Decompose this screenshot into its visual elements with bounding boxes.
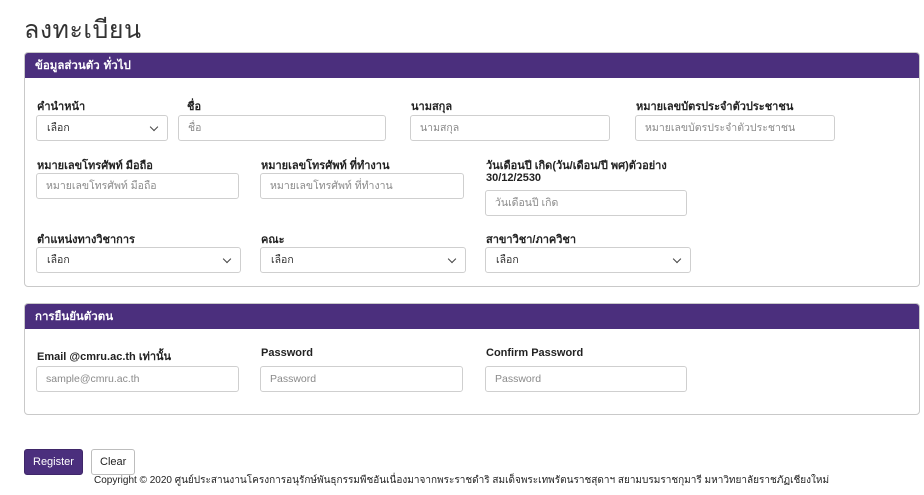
idcard-label: หมายเลขบัตรประจำตัวประชาชน <box>636 101 794 113</box>
confirm-password-input[interactable]: Password <box>485 366 687 392</box>
prefix-select[interactable]: เลือก <box>36 115 168 141</box>
firstname-label: ชื่อ <box>187 101 202 113</box>
password-input[interactable]: Password <box>260 366 463 392</box>
department-select[interactable]: เลือก <box>485 247 691 273</box>
position-label: ตำแหน่งทางวิชาการ <box>37 234 135 246</box>
lastname-label: นามสกุล <box>411 101 453 113</box>
register-button[interactable]: Register <box>24 449 83 475</box>
prefix-select-value: เลือก <box>47 122 70 134</box>
email-label: Email @cmru.ac.th เท่านั้น <box>37 351 172 363</box>
auth-card: การยืนยันตัวตน Email @cmru.ac.th เท่านั้… <box>24 303 920 415</box>
personal-info-header: ข้อมูลส่วนตัว ทั่วไป <box>25 53 919 78</box>
chevron-down-icon <box>222 254 232 264</box>
chevron-down-icon <box>447 254 457 264</box>
position-select-value: เลือก <box>47 254 70 266</box>
chevron-down-icon <box>149 122 159 132</box>
position-select[interactable]: เลือก <box>36 247 241 273</box>
faculty-select-value: เลือก <box>271 254 294 266</box>
clear-button[interactable]: Clear <box>91 449 136 475</box>
password-label: Password <box>261 347 313 359</box>
birthdate-input[interactable]: วันเดือนปี เกิด <box>485 190 687 216</box>
workphone-input[interactable]: หมายเลขโทรศัพท์ ที่ทำงาน <box>260 173 464 199</box>
mobile-input[interactable]: หมายเลขโทรศัพท์ มือถือ <box>36 173 239 199</box>
idcard-input[interactable]: หมายเลขบัตรประจำตัวประชาชน <box>635 115 835 141</box>
chevron-down-icon <box>672 254 682 264</box>
mobile-label: หมายเลขโทรศัพท์ มือถือ <box>37 160 153 172</box>
birthdate-example: 30/12/2530 <box>486 172 542 184</box>
prefix-label: คำนำหน้า <box>37 101 86 113</box>
department-label: สาขาวิชา/ภาควิชา <box>486 234 577 246</box>
page-title: ลงทะเบียน <box>24 15 142 44</box>
confirm-password-label: Confirm Password <box>486 347 584 359</box>
faculty-label: คณะ <box>261 234 285 246</box>
workphone-label: หมายเลขโทรศัพท์ ที่ทำงาน <box>261 160 390 172</box>
auth-header: การยืนยันตัวตน <box>25 304 919 329</box>
firstname-input[interactable]: ชื่อ <box>178 115 386 141</box>
email-input[interactable]: sample@cmru.ac.th <box>36 366 239 392</box>
faculty-select[interactable]: เลือก <box>260 247 466 273</box>
copyright-text: Copyright © 2020 ศูนย์ประสานงานโครงการอน… <box>94 475 830 486</box>
personal-info-card: ข้อมูลส่วนตัว ทั่วไป คำนำหน้า เลือก ชื่อ… <box>24 52 920 287</box>
lastname-input[interactable]: นามสกุล <box>410 115 610 141</box>
top-strip <box>0 0 924 6</box>
department-select-value: เลือก <box>496 254 519 266</box>
